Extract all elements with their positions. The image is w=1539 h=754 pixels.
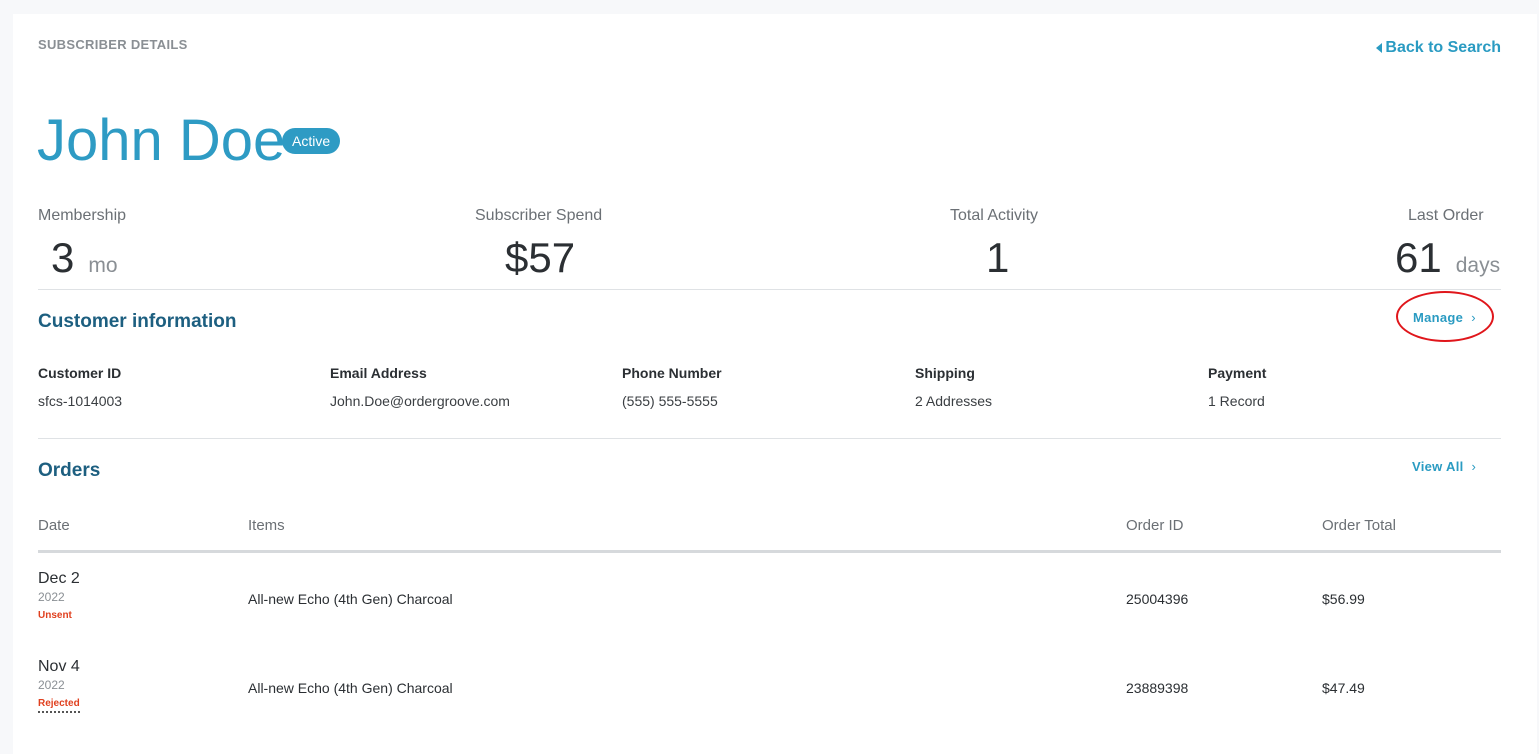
customer-info-title: Customer information (38, 311, 237, 332)
order-date: Nov 4 (38, 658, 80, 675)
column-header-order-id[interactable]: Order ID (1126, 517, 1184, 534)
status-badge: Active (282, 128, 341, 154)
order-item[interactable]: All-new Echo (4th Gen) Charcoal (248, 680, 453, 696)
order-date: Dec 2 (38, 570, 80, 587)
column-header-order-total[interactable]: Order Total (1322, 517, 1396, 534)
caret-left-icon (1376, 43, 1383, 53)
stat-membership-label: Membership (38, 207, 127, 224)
stat-membership-value: 3 mo (51, 234, 118, 290)
table-header-divider (38, 550, 1501, 553)
stat-last-order-value: 61 days (1395, 234, 1500, 290)
order-status: Unsent (38, 610, 72, 621)
stat-activity-value: 1 (986, 234, 1010, 281)
subscriber-name: John Doe (37, 108, 286, 173)
manage-highlight-annotation (1396, 291, 1494, 342)
column-header-items[interactable]: Items (248, 517, 285, 534)
email-label: Email Address (330, 365, 427, 381)
back-to-search-label: Back to Search (1385, 39, 1501, 56)
customer-id-value: sfcs-1014003 (38, 393, 123, 409)
page-eyebrow: SUBSCRIBER DETAILS (38, 37, 188, 52)
back-to-search-link[interactable]: Back to Search (1376, 39, 1501, 57)
order-total: $56.99 (1322, 591, 1365, 607)
email-value: John.Doe@ordergroove.com (330, 393, 510, 409)
subscriber-details-card: SUBSCRIBER DETAILS Back to Search John D… (13, 14, 1537, 754)
shipping-label: Shipping (915, 365, 975, 381)
stat-membership-number: 3 (51, 234, 75, 281)
view-all-label: View All (1412, 459, 1464, 474)
order-status[interactable]: Rejected (38, 698, 80, 713)
phone-value: (555) 555-5555 (622, 393, 718, 409)
divider (38, 289, 1501, 290)
order-id[interactable]: 23889398 (1126, 680, 1188, 696)
stat-membership-unit: mo (88, 254, 118, 277)
stat-last-order-label: Last Order (1408, 207, 1484, 224)
shipping-value: 2 Addresses (915, 393, 993, 409)
order-year: 2022 (38, 590, 65, 604)
order-item[interactable]: All-new Echo (4th Gen) Charcoal (248, 591, 453, 607)
order-year: 2022 (38, 678, 65, 692)
payment-value: 1 Record (1208, 393, 1265, 409)
stat-last-order-number: 61 (1395, 234, 1442, 281)
phone-label: Phone Number (622, 365, 722, 381)
column-header-date[interactable]: Date (38, 517, 70, 534)
stat-activity-label: Total Activity (950, 207, 1039, 224)
customer-id-label: Customer ID (38, 365, 122, 381)
order-id[interactable]: 25004396 (1126, 591, 1188, 607)
divider (38, 438, 1501, 439)
stat-last-order-unit: days (1455, 254, 1501, 277)
payment-label: Payment (1208, 365, 1267, 381)
order-total: $47.49 (1322, 680, 1365, 696)
view-all-orders-button[interactable]: View All › (1412, 459, 1476, 474)
orders-title: Orders (38, 460, 101, 481)
chevron-right-icon: › (1471, 459, 1477, 474)
stat-spend-value: $57 (505, 234, 576, 281)
stat-spend-label: Subscriber Spend (475, 207, 603, 224)
